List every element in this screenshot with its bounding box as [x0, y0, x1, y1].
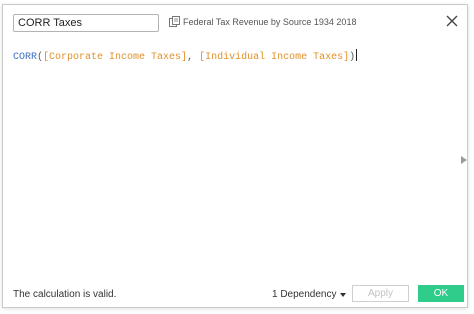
calculation-name-input[interactable]	[13, 14, 159, 32]
expand-panel-arrow-icon[interactable]	[461, 156, 467, 164]
formula-field-1: [Corporate Income Taxes]	[43, 52, 188, 63]
ok-button[interactable]: OK	[418, 285, 464, 302]
data-source-label: Federal Tax Revenue by Source 1934 2018	[169, 16, 356, 27]
apply-button[interactable]: Apply	[352, 285, 409, 302]
formula-close-paren: )	[349, 52, 356, 63]
dependency-dropdown[interactable]: 1 Dependency	[272, 289, 346, 300]
datasource-icon	[169, 16, 180, 27]
validation-status: The calculation is valid.	[13, 289, 117, 300]
calculation-dialog: Federal Tax Revenue by Source 1934 2018 …	[2, 4, 468, 308]
data-source-name: Federal Tax Revenue by Source 1934 2018	[183, 16, 357, 27]
formula-function: CORR	[13, 52, 38, 63]
formula-field-2: [Individual Income Taxes]	[199, 52, 350, 63]
close-icon[interactable]	[445, 14, 459, 28]
dependency-label: 1 Dependency	[272, 289, 337, 300]
formula-editor[interactable]: CORR([Corporate Income Taxes], [Individu…	[13, 49, 453, 69]
text-cursor	[356, 49, 358, 61]
formula-separator: ,	[187, 52, 200, 63]
chevron-down-icon	[339, 292, 346, 297]
